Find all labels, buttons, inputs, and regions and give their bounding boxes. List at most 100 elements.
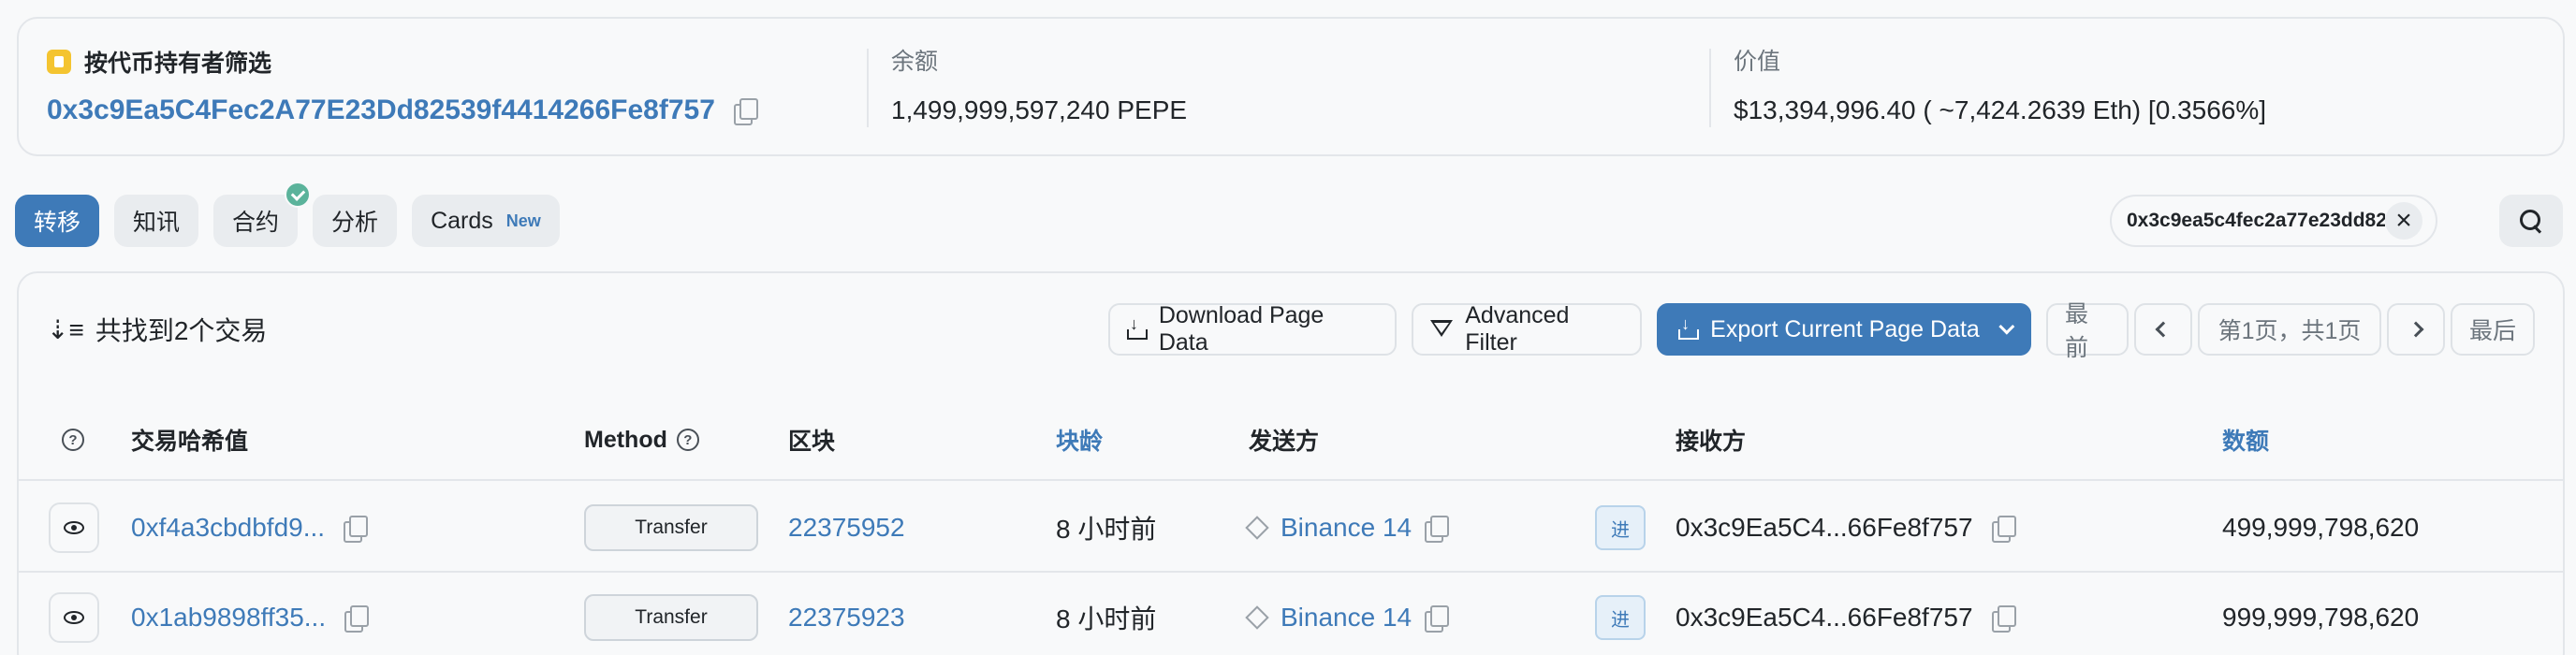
- tx-hash-link[interactable]: 0x1ab9898ff35...: [131, 603, 326, 633]
- tab-label: Cards: [431, 207, 493, 234]
- tab-contract[interactable]: 合约: [213, 182, 312, 247]
- chevron-right-icon: [2408, 321, 2424, 338]
- eye-icon: [64, 521, 84, 534]
- block-header: 区块: [788, 429, 836, 455]
- balance-label: 余额: [891, 49, 939, 75]
- advanced-filter-label: Advanced Filter: [1465, 302, 1570, 356]
- value-column: 价值 $13,394,996.40 ( ~7,424.2639 Eth) [0.…: [1734, 45, 2266, 129]
- next-page-button[interactable]: [2387, 303, 2445, 356]
- table-row: 0x1ab9898ff35... Transfer 22375923 8 小时前…: [19, 573, 2563, 655]
- last-page-button[interactable]: 最后: [2451, 303, 2535, 356]
- holder-filter-heading: 按代币持有者筛选: [47, 45, 756, 79]
- tab-analytics[interactable]: 分析: [313, 195, 398, 247]
- balance-column: 余额 1,499,999,597,240 PEPE: [891, 45, 1187, 129]
- method-cell: Transfer: [584, 573, 758, 655]
- new-badge: New: [505, 211, 541, 230]
- view-details-button[interactable]: [49, 502, 99, 553]
- advanced-filter-button[interactable]: Advanced Filter: [1412, 302, 1642, 356]
- from-cell: Binance 14: [1245, 573, 1450, 655]
- tab-label: 分析: [331, 210, 379, 236]
- search-icon: [2519, 209, 2543, 233]
- download-page-data-button[interactable]: Download Page Data: [1108, 302, 1397, 356]
- copy-icon[interactable]: [1423, 515, 1450, 543]
- help-icon[interactable]: ?: [62, 429, 84, 451]
- method-cell: Transfer: [584, 483, 758, 573]
- from-header: 发送方: [1249, 429, 1320, 455]
- from-link[interactable]: Binance 14: [1281, 603, 1412, 633]
- verified-check-icon: [285, 182, 312, 208]
- value-amount: $13,394,996.40 ( ~7,424.2639 Eth) [0.356…: [1734, 95, 2267, 124]
- contract-icon: [1245, 516, 1269, 540]
- tx-hash-link[interactable]: 0xf4a3cbdbfd9...: [131, 513, 325, 543]
- transactions-card: ⇣≡ 共找到2个交易 Download Page Data Advanced F…: [17, 271, 2565, 655]
- holder-filter-title: 按代币持有者筛选: [84, 51, 272, 77]
- transaction-count-text: 共找到2个交易: [95, 316, 268, 345]
- tab-label: 转移: [34, 210, 81, 236]
- filter-address-text: 0x3c9ea5c4fec2a77e23dd825...: [2127, 210, 2385, 231]
- amount-cell: 499,999,798,620: [2222, 513, 2420, 542]
- balance-value: 1,499,999,597,240 PEPE: [891, 95, 1188, 124]
- table-row: 0xf4a3cbdbfd9... Transfer 22375952 8 小时前…: [19, 483, 2563, 573]
- block-link[interactable]: 22375952: [788, 483, 905, 573]
- to-cell: 0x3c9Ea5C4...66Fe8f757: [1676, 573, 2016, 655]
- details-header: ?: [62, 423, 84, 457]
- to-address: 0x3c9Ea5C4...66Fe8f757: [1676, 513, 1973, 542]
- hash-cell: 0x1ab9898ff35...: [131, 573, 370, 655]
- tab-label: 知讯: [133, 210, 181, 236]
- tab-transfers[interactable]: 转移: [15, 195, 100, 247]
- value-label: 价值: [1734, 49, 1781, 75]
- chevron-down-icon: [1998, 318, 2015, 335]
- prev-page-button[interactable]: [2134, 303, 2192, 356]
- download-icon: [1127, 313, 1148, 340]
- block-link[interactable]: 22375923: [788, 573, 905, 655]
- tab-label: 合约: [232, 210, 280, 236]
- direction-cell: 进: [1595, 573, 1646, 655]
- method-header-label: Method: [584, 426, 667, 453]
- from-link[interactable]: Binance 14: [1281, 513, 1412, 543]
- from-cell: Binance 14: [1245, 483, 1450, 573]
- tab-cards[interactable]: Cards New: [412, 195, 560, 247]
- copy-icon[interactable]: [732, 97, 758, 125]
- address-filter-chip[interactable]: 0x3c9ea5c4fec2a77e23dd825... ×: [2110, 195, 2437, 247]
- holder-address-row: 0x3c9Ea5C4Fec2A77E23Dd82539f4414266Fe8f7…: [47, 92, 758, 129]
- page-indicator: 第1页，共1页: [2198, 303, 2381, 356]
- help-icon[interactable]: ?: [676, 429, 699, 451]
- to-address: 0x3c9Ea5C4...66Fe8f757: [1676, 603, 1973, 632]
- direction-in-badge: 进: [1595, 505, 1646, 550]
- divider: [867, 49, 869, 127]
- direction-cell: 进: [1595, 483, 1646, 573]
- copy-icon[interactable]: [1990, 515, 2016, 543]
- sort-icon[interactable]: ⇣≡: [47, 314, 84, 345]
- download-label: Download Page Data: [1158, 302, 1325, 356]
- search-button[interactable]: [2499, 195, 2563, 247]
- tab-info[interactable]: 知讯: [114, 195, 199, 247]
- method-badge: Transfer: [584, 594, 758, 641]
- age-header[interactable]: 块龄: [1056, 423, 1103, 457]
- export-label: Export Current Page Data: [1710, 315, 1980, 342]
- close-icon[interactable]: ×: [2385, 202, 2422, 240]
- holder-filter-column: 按代币持有者筛选 0x3c9Ea5C4Fec2A77E23Dd82539f441…: [47, 45, 758, 129]
- divider: [1709, 49, 1711, 127]
- tab-bar: 转移 知讯 合约 分析 Cards New: [15, 182, 560, 247]
- method-header: Method ?: [584, 423, 699, 457]
- eye-icon: [64, 611, 84, 624]
- hash-cell: 0xf4a3cbdbfd9...: [131, 483, 369, 573]
- hash-header: 交易哈希值: [131, 429, 249, 455]
- export-current-page-button[interactable]: Export Current Page Data: [1657, 303, 2031, 356]
- transaction-count: ⇣≡ 共找到2个交易: [47, 311, 267, 348]
- view-details-button[interactable]: [49, 592, 99, 643]
- holder-address-link[interactable]: 0x3c9Ea5C4Fec2A77E23Dd82539f4414266Fe8f7…: [47, 95, 715, 126]
- download-icon: [1678, 313, 1700, 340]
- copy-icon[interactable]: [1423, 604, 1450, 633]
- contract-icon: [1245, 605, 1269, 630]
- first-page-button[interactable]: 最前: [2046, 301, 2129, 361]
- copy-icon[interactable]: [343, 604, 370, 633]
- copy-icon[interactable]: [342, 515, 369, 543]
- to-header: 接收方: [1676, 429, 1747, 455]
- holder-badge-icon: [47, 50, 71, 74]
- filter-icon: [1430, 320, 1454, 339]
- amount-cell: 999,999,798,620: [2222, 603, 2420, 632]
- amount-header[interactable]: 数额: [2222, 423, 2269, 457]
- copy-icon[interactable]: [1990, 604, 2016, 633]
- age-cell: 8 小时前: [1056, 604, 1157, 633]
